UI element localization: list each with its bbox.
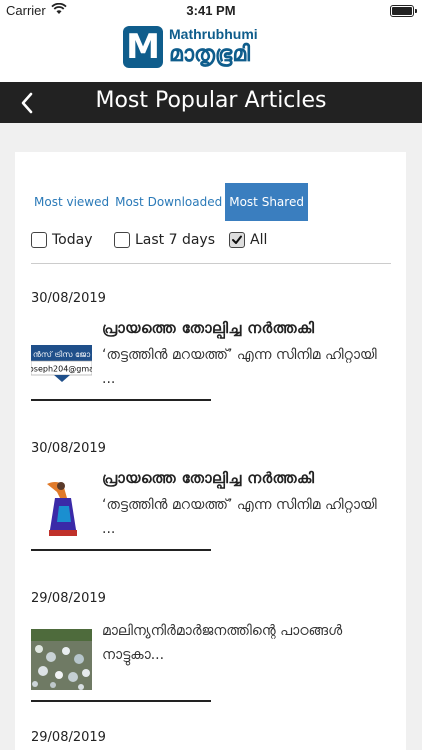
thumb-text-top: ൻസ് ട്രിസ ജോ xyxy=(33,350,91,359)
date-filters: Today Last 7 days All xyxy=(31,232,391,264)
clock: 3:41 PM xyxy=(186,3,236,18)
status-bar: Carrier 3:41 PM xyxy=(0,0,422,22)
battery-icon xyxy=(390,5,417,17)
article-title[interactable]: പ്രായത്തെ തോല്പിച്ച നർത്തകി xyxy=(102,469,314,487)
all-checkbox[interactable] xyxy=(229,232,245,248)
article-date: 29/08/2019 xyxy=(31,730,106,745)
filter-last-7-days-label: Last 7 days xyxy=(135,232,216,248)
tab-bar: Most viewed Most Downloaded Most Shared xyxy=(31,183,308,221)
today-checkbox[interactable] xyxy=(31,232,47,248)
article-title[interactable]: പ്രായത്തെ തോല്പിച്ച നർത്തകി xyxy=(102,319,314,337)
tab-most-shared[interactable]: Most Shared xyxy=(225,183,308,221)
filter-today[interactable]: Today xyxy=(31,232,93,248)
article-description: ‘തട്ടത്തിൻ മറയത്ത്’ എന്ന സിനിമ ഹിറ്റായി … xyxy=(102,347,377,387)
article-divider xyxy=(31,399,211,401)
article-description: ‘തട്ടത്തിൻ മറയത്ത്’ എന്ന സിനിമ ഹിറ്റായി … xyxy=(102,497,377,537)
logo-name-en: Mathrubhumi xyxy=(169,26,258,42)
thumb-text-bottom: oseph204@gma xyxy=(31,365,92,374)
article-date: 30/08/2019 xyxy=(31,291,106,306)
article-thumbnail xyxy=(31,629,92,690)
content-card: Most viewed Most Downloaded Most Shared … xyxy=(15,152,406,750)
article-thumbnail xyxy=(31,478,92,539)
last-7-days-checkbox[interactable] xyxy=(114,232,130,248)
logo-badge: M xyxy=(123,26,163,68)
tab-most-viewed[interactable]: Most viewed xyxy=(31,183,112,221)
brand-header: M Mathrubhumi മാതൃഭൂമി xyxy=(0,22,422,82)
article-group: 29/08/2019 മാലിന്യനിർമാർജനത്തിന്റെ പാഠങ്… xyxy=(31,591,391,702)
article-group: 29/08/2019 xyxy=(31,730,391,745)
filter-today-label: Today xyxy=(52,232,93,248)
article-date: 29/08/2019 xyxy=(31,591,106,606)
article-divider xyxy=(31,700,211,702)
check-icon xyxy=(232,235,242,244)
article-group: 30/08/2019 ൻസ് ട്രിസ ജോ oseph204@gma പ്ര… xyxy=(31,291,391,401)
filter-all-label: All xyxy=(250,232,268,248)
page-title: Most Popular Articles xyxy=(95,88,327,113)
article-description[interactable]: മാലിന്യനിർമാർജനത്തിന്റെ പാഠങ്ങൾ നാട്ടുകാ… xyxy=(102,619,387,667)
nav-bar: Most Popular Articles xyxy=(0,82,422,123)
article-date: 30/08/2019 xyxy=(31,441,106,456)
logo-name-ml: മാതൃഭൂമി xyxy=(169,42,251,67)
article-divider xyxy=(31,549,211,551)
filter-all[interactable]: All xyxy=(229,232,267,248)
tab-most-downloaded[interactable]: Most Downloaded xyxy=(112,183,225,221)
logo-text: Mathrubhumi മാതൃഭൂമി xyxy=(169,26,258,68)
filter-last-7-days[interactable]: Last 7 days xyxy=(114,232,215,248)
article-thumbnail: ൻസ് ട്രിസ ജോ oseph204@gma xyxy=(31,345,92,383)
article-group: 30/08/2019 പ്രായത്തെ തോല്പിച്ച നർത്തകി ‘… xyxy=(31,441,391,551)
logo: M Mathrubhumi മാതൃഭൂമി xyxy=(123,26,258,68)
